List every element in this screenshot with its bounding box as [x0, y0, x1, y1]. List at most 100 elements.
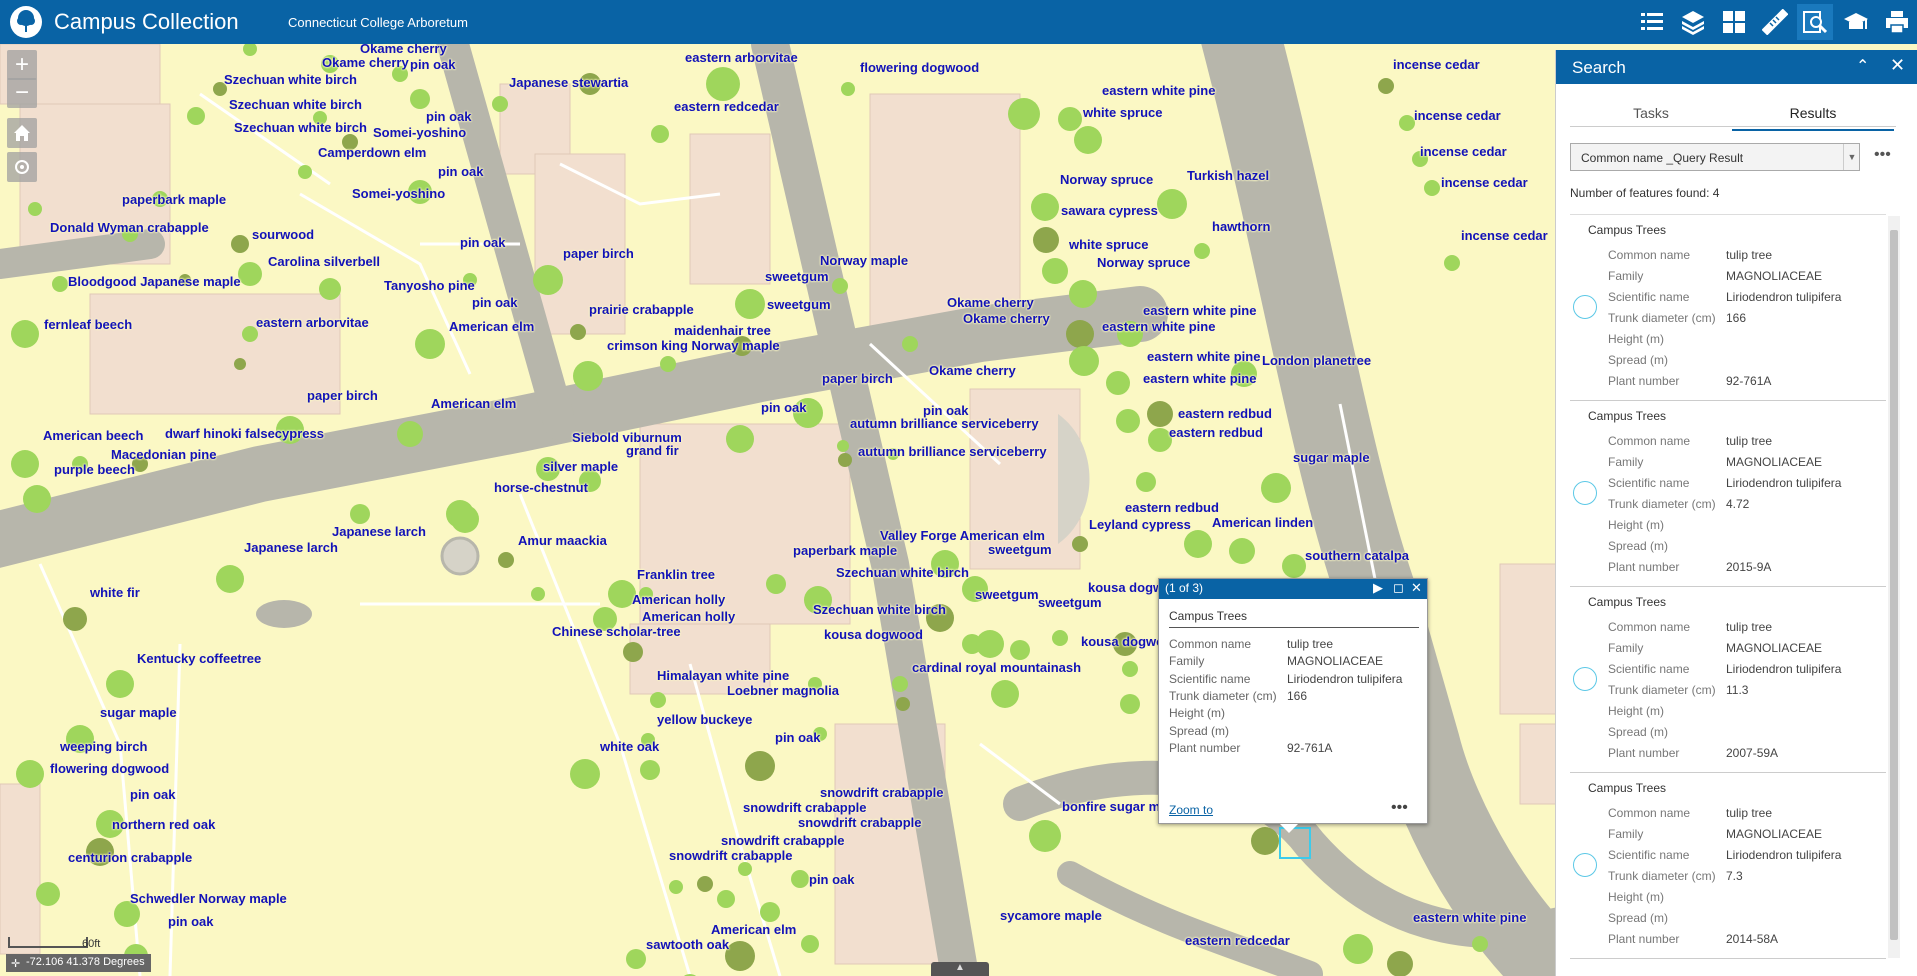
tree-point[interactable]	[533, 265, 563, 295]
tree-point[interactable]	[1184, 530, 1212, 558]
tree-point[interactable]	[28, 202, 42, 216]
tree-point[interactable]	[706, 67, 740, 101]
tree-point[interactable]	[238, 262, 262, 286]
tree-point[interactable]	[623, 642, 643, 662]
tree-point[interactable]	[492, 96, 508, 112]
tree-point[interactable]	[531, 587, 545, 601]
tree-point[interactable]	[766, 574, 786, 594]
tree-point[interactable]	[1029, 820, 1061, 852]
tree-point[interactable]	[1120, 694, 1140, 714]
tree-point[interactable]	[1261, 473, 1291, 503]
about-button[interactable]	[1838, 4, 1874, 40]
popup-more-button[interactable]: •••	[1391, 799, 1408, 817]
tree-point[interactable]	[760, 902, 780, 922]
zoom-in-button[interactable]: +	[7, 50, 37, 80]
tree-point[interactable]	[1282, 554, 1306, 578]
tree-point[interactable]	[36, 882, 60, 906]
tree-point[interactable]	[451, 505, 479, 533]
tree-point[interactable]	[1343, 934, 1373, 964]
tree-point[interactable]	[216, 565, 244, 593]
tree-point[interactable]	[991, 680, 1019, 708]
layers-button[interactable]	[1675, 4, 1711, 40]
tree-point[interactable]	[1106, 371, 1130, 395]
zoom-out-button[interactable]: −	[7, 78, 37, 108]
tree-point[interactable]	[11, 450, 39, 478]
tree-point[interactable]	[1229, 538, 1255, 564]
tree-point[interactable]	[573, 361, 603, 391]
tree-point[interactable]	[319, 278, 341, 300]
tree-point[interactable]	[234, 358, 246, 370]
result-select-radio[interactable]	[1573, 481, 1597, 505]
tree-point[interactable]	[1066, 320, 1094, 348]
tree-point[interactable]	[498, 552, 514, 568]
tree-point[interactable]	[1042, 258, 1068, 284]
tree-point[interactable]	[838, 453, 852, 467]
result-select-radio[interactable]	[1573, 667, 1597, 691]
tree-point[interactable]	[1194, 243, 1210, 259]
panel-collapse-button[interactable]: ⌃	[1856, 56, 1869, 76]
tree-point[interactable]	[1031, 193, 1059, 221]
result-item[interactable]: Campus Trees Common name tulip tree Family M…	[1570, 773, 1886, 959]
tree-point[interactable]	[902, 336, 918, 352]
results-more-button[interactable]: •••	[1874, 146, 1891, 164]
tree-point[interactable]	[1116, 409, 1140, 433]
tree-point[interactable]	[350, 504, 370, 524]
result-item[interactable]: Campus Trees Common name tulip tree Family M…	[1570, 401, 1886, 587]
tree-point[interactable]	[397, 421, 423, 447]
tree-point[interactable]	[841, 82, 855, 96]
tree-point[interactable]	[1069, 280, 1097, 308]
tree-point[interactable]	[745, 751, 775, 781]
tree-point[interactable]	[1033, 227, 1059, 253]
result-item[interactable]: Campus Trees Common name tulip tree Family M…	[1570, 215, 1886, 401]
measure-button[interactable]	[1757, 4, 1793, 40]
tree-point[interactable]	[837, 440, 849, 452]
tree-point[interactable]	[892, 676, 908, 692]
tree-point[interactable]	[1424, 180, 1440, 196]
tree-point[interactable]	[1378, 78, 1394, 94]
tree-point[interactable]	[660, 356, 676, 372]
popup-maximize-button[interactable]: ◻	[1393, 580, 1404, 596]
tree-point[interactable]	[11, 320, 39, 348]
tree-point[interactable]	[1472, 936, 1488, 952]
tree-point[interactable]	[1058, 107, 1082, 131]
tree-point[interactable]	[298, 165, 312, 179]
tree-point[interactable]	[1251, 827, 1279, 855]
tree-point[interactable]	[738, 862, 752, 876]
coordinate-readout[interactable]: ✛ -72.106 41.378 Degrees	[6, 954, 151, 972]
tree-point[interactable]	[1122, 661, 1138, 677]
panel-close-button[interactable]: ✕	[1890, 55, 1905, 76]
tree-point[interactable]	[415, 329, 445, 359]
tree-point[interactable]	[106, 670, 134, 698]
tree-point[interactable]	[896, 697, 910, 711]
tree-point[interactable]	[231, 235, 249, 253]
result-select-radio[interactable]	[1573, 295, 1597, 319]
tree-point[interactable]	[1157, 189, 1187, 219]
tree-point[interactable]	[1136, 472, 1156, 492]
tree-point[interactable]	[16, 760, 44, 788]
tree-point[interactable]	[801, 935, 819, 953]
results-scrollbar-thumb[interactable]	[1890, 230, 1898, 940]
tree-point[interactable]	[570, 324, 586, 340]
tree-point[interactable]	[1010, 640, 1030, 660]
result-item[interactable]: Campus Trees Common name tulip tree Family M…	[1570, 587, 1886, 773]
zoom-to-link[interactable]: Zoom to	[1169, 803, 1213, 817]
tree-point[interactable]	[187, 107, 205, 125]
tree-point[interactable]	[1147, 401, 1173, 427]
legend-button[interactable]	[1634, 4, 1670, 40]
tree-point[interactable]	[1008, 98, 1040, 130]
tree-point[interactable]	[410, 89, 430, 109]
tree-point[interactable]	[791, 870, 809, 888]
tab-results[interactable]: Results	[1732, 105, 1894, 131]
tree-point[interactable]	[717, 890, 735, 908]
popup-close-button[interactable]: ✕	[1411, 580, 1422, 596]
tree-point[interactable]	[669, 880, 683, 894]
tree-point[interactable]	[832, 278, 848, 294]
home-button[interactable]	[7, 118, 37, 148]
tree-point[interactable]	[640, 760, 660, 780]
tree-point[interactable]	[1072, 536, 1088, 552]
tree-point[interactable]	[976, 630, 1004, 658]
tree-point[interactable]	[1074, 126, 1102, 154]
print-button[interactable]	[1879, 4, 1915, 40]
tree-point[interactable]	[725, 941, 755, 971]
tree-point[interactable]	[697, 876, 713, 892]
